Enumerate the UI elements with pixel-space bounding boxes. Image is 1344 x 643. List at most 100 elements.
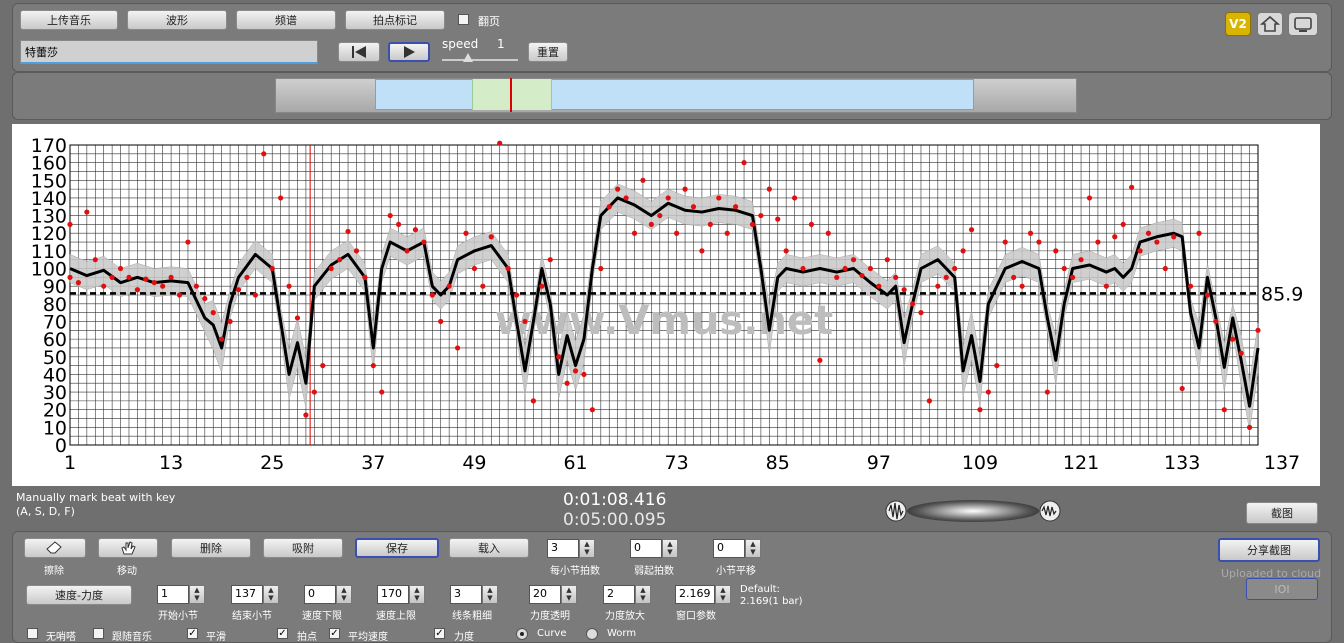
hint-line-1: Manually mark beat with key [16,491,176,504]
volume-control[interactable] [885,499,1061,523]
data-point [724,230,730,236]
speed-max-stepper[interactable]: 170 ▲ ▼ [377,585,425,604]
x-tick-label: 37 [361,452,385,474]
home-button[interactable] [1257,12,1283,36]
speed-slider-track[interactable] [442,59,518,61]
y-tick-label: 170 [31,135,67,157]
data-point [513,292,520,298]
force-checkbox[interactable]: ✓ [434,628,445,639]
line-width-stepper[interactable]: 3 ▲ ▼ [450,585,498,604]
worm-label: Worm [607,628,637,639]
data-point [210,310,216,316]
avg-speed-checkbox[interactable]: ✓ [329,628,340,639]
speed-force-button[interactable]: 速度-力度 [26,585,132,605]
data-point [1137,248,1143,254]
speed-min-stepper[interactable]: 0 ▲ ▼ [304,585,352,604]
delete-button[interactable]: 删除 [171,538,251,558]
data-point [202,295,208,302]
end-bar-stepper[interactable]: 137 ▲ ▼ [231,585,279,604]
upload-music-button[interactable]: 上传音乐 [20,10,118,30]
timeline-window[interactable] [472,79,552,110]
timeline-playhead[interactable] [510,78,512,112]
ioi-button[interactable]: IOI [1246,578,1318,600]
data-point [328,265,334,272]
data-point [842,265,848,272]
data-point [337,257,343,263]
data-point [867,265,874,272]
data-point [623,195,629,201]
play-button[interactable] [388,42,430,62]
data-point [1019,283,1025,289]
data-point [909,301,916,307]
data-point [674,230,680,236]
tempo-chart[interactable]: www.Vmus.net0102030405060708090100110120… [12,124,1320,486]
start-bar-stepper[interactable]: 1 ▲ ▼ [157,585,205,604]
data-point [530,398,537,404]
data-point [395,221,402,228]
curve-radio[interactable] [516,628,528,640]
data-point [429,292,435,298]
waveform-button[interactable]: 波形 [127,10,227,30]
data-point [522,318,528,325]
timeline-selection[interactable] [375,79,974,110]
spectrum-button[interactable]: 频谱 [236,10,336,30]
data-point [446,283,452,289]
beat-mark-button[interactable]: 拍点标记 [345,10,445,30]
beats-per-bar-stepper[interactable]: 3 ▲ ▼ [547,539,595,558]
data-point [1053,248,1059,254]
beat-points-label: 拍点 [297,632,317,643]
data-point [952,265,958,272]
reset-button[interactable]: 重置 [528,42,568,62]
worm-radio[interactable] [586,628,598,640]
data-point [665,195,671,201]
data-point [176,292,183,298]
data-point [244,274,250,280]
fullscreen-button[interactable] [1288,12,1318,36]
data-point [766,186,772,192]
data-point [379,389,385,395]
previous-button[interactable] [338,42,380,62]
data-point [387,212,393,219]
move-button[interactable] [98,538,158,558]
share-screenshot-button[interactable]: 分享截图 [1218,538,1320,562]
data-point [320,362,326,369]
pickup-beats-label: 弱起拍数 [634,566,674,577]
data-point [1187,283,1194,289]
flip-page-label: 翻页 [478,15,500,28]
data-point [1061,265,1067,272]
end-bar-label: 结束小节 [232,611,272,622]
force-alpha-stepper[interactable]: 20 ▲ ▼ [529,585,577,604]
smooth-checkbox[interactable]: ✓ [187,628,198,639]
data-point [598,265,604,272]
erase-button[interactable] [24,538,86,558]
pickup-beats-stepper[interactable]: 0 ▲ ▼ [630,539,678,558]
absorb-button[interactable]: 吸附 [263,538,343,558]
data-point [463,230,469,236]
no-metronome-checkbox[interactable] [27,628,38,639]
save-button[interactable]: 保存 [355,538,439,558]
load-button[interactable]: 载入 [449,538,529,558]
speed-slider-handle[interactable] [463,53,473,62]
default-label: Default: [740,584,780,595]
flip-page-checkbox[interactable] [458,14,469,25]
data-point [1196,230,1202,236]
file-name-field[interactable]: 特蕾莎 [20,40,318,64]
force-zoom-stepper[interactable]: 2 ▲ ▼ [603,585,651,604]
data-point [143,276,149,282]
data-point [193,283,199,289]
data-point [834,274,840,280]
data-point [1255,327,1261,333]
follow-music-checkbox[interactable] [93,628,104,639]
wave-high-icon [1039,500,1061,522]
beat-points-checkbox[interactable]: ✓ [277,628,288,639]
data-point [690,204,697,210]
data-point [859,272,865,279]
screenshot-button[interactable]: 截图 [1246,502,1318,524]
x-tick-label: 121 [1063,452,1099,474]
data-point [775,216,781,222]
data-point [278,195,284,201]
window-param-stepper[interactable]: 2.169 ▲ ▼ [675,585,731,604]
bar-shift-stepper[interactable]: 0 ▲ ▼ [713,539,761,558]
v2-badge[interactable]: V2 [1225,12,1251,36]
data-point [572,368,579,374]
